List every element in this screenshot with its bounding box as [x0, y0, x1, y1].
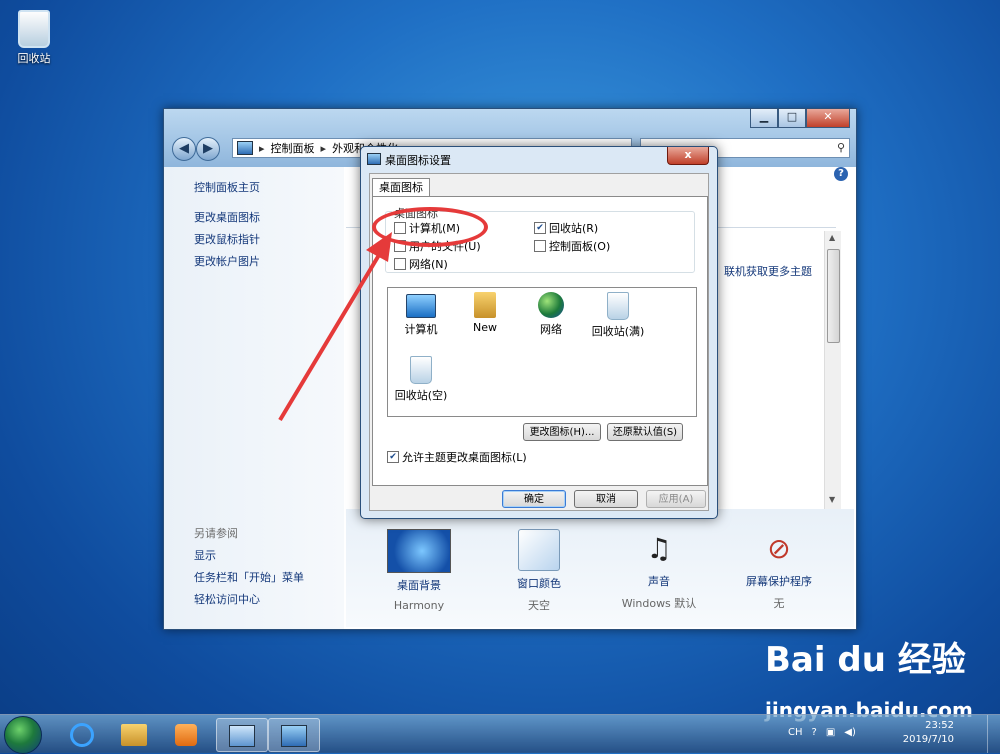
sidebar-change-mouse-pointers[interactable]: 更改鼠标指针: [194, 231, 260, 247]
ie-icon: [70, 723, 94, 747]
dialog-title: 桌面图标设置: [385, 154, 451, 167]
sidebar-change-account-picture[interactable]: 更改帐户图片: [194, 253, 260, 269]
taskbar-ie[interactable]: [56, 718, 108, 752]
dialog-close-button[interactable]: x: [667, 147, 709, 165]
media-player-icon: [175, 724, 197, 746]
taskbar-explorer[interactable]: [108, 718, 160, 752]
checkbox-control-panel-label: 控制面板(O): [549, 240, 611, 253]
sounds-label: 声音: [648, 575, 670, 588]
sidebar-change-desktop-icons[interactable]: 更改桌面图标: [194, 209, 260, 225]
scroll-thumb[interactable]: [827, 249, 840, 343]
change-icon-button[interactable]: 更改图标(H)...: [523, 423, 601, 441]
checkbox-network-label: 网络(N): [409, 258, 448, 271]
scroll-down-arrow[interactable]: ▼: [829, 495, 835, 504]
cancel-button[interactable]: 取消: [574, 490, 638, 508]
screensaver-label: 屏幕保护程序: [746, 575, 812, 588]
bottom-panel: 桌面背景 Harmony 窗口颜色 天空 ♫ 声音 Windows 默认 ⊘ 屏…: [346, 509, 854, 627]
clock-date: 2019/7/10: [902, 734, 954, 745]
checkbox-recycle-bin-label: 回收站(R): [549, 222, 599, 235]
control-panel-icon: [237, 141, 253, 155]
checkbox-recycle-bin-box[interactable]: ✔: [534, 222, 546, 234]
language-indicator[interactable]: CH: [788, 727, 803, 738]
window-color-item[interactable]: 窗口颜色 天空: [494, 529, 584, 613]
tab-desktop-icons[interactable]: 桌面图标: [372, 178, 430, 197]
ok-button[interactable]: 确定: [502, 490, 566, 508]
volume-icon[interactable]: ◀): [844, 727, 856, 738]
taskbar-control-panel[interactable]: [216, 718, 268, 752]
minimize-button[interactable]: ▁: [750, 109, 778, 128]
network-tray-icon[interactable]: ▣: [826, 727, 835, 738]
sound-icon: ♫: [646, 532, 672, 565]
back-button[interactable]: ◀: [172, 137, 196, 161]
window-color-icon: [518, 529, 560, 571]
computer-icon: [406, 294, 436, 318]
sounds-value: Windows 默认: [621, 597, 697, 610]
theme-list-scrollbar[interactable]: ▲ ▼: [824, 231, 841, 509]
sidebar-taskbar-start-menu[interactable]: 任务栏和「开始」菜单: [194, 569, 304, 585]
control-panel-icon: [229, 725, 255, 747]
maximize-button[interactable]: □: [778, 109, 806, 128]
sidebar-control-panel-home[interactable]: 控制面板主页: [194, 179, 260, 195]
sidebar-display[interactable]: 显示: [194, 547, 216, 563]
checkbox-recycle-bin[interactable]: ✔ 回收站(R): [534, 220, 598, 236]
desktop-background-item[interactable]: 桌面背景 Harmony: [374, 529, 464, 612]
baidu-watermark: Bai du 经验 jingyan.baidu.com: [765, 640, 973, 722]
scroll-up-arrow[interactable]: ▲: [829, 233, 835, 242]
search-icon: ⚲: [836, 141, 845, 154]
apply-button[interactable]: 应用(A): [646, 490, 706, 508]
checkbox-control-panel-box[interactable]: [534, 240, 546, 252]
allow-themes-checkbox[interactable]: ✔ 允许主题更改桌面图标(L): [387, 449, 527, 465]
taskbar-media-player[interactable]: [160, 718, 212, 752]
recycle-bin-empty-icon: [410, 356, 432, 384]
allow-themes-checkbox-box[interactable]: ✔: [387, 451, 399, 463]
screensaver-value: 无: [773, 597, 785, 610]
checkbox-control-panel[interactable]: 控制面板(O): [534, 238, 610, 254]
desktop-recycle-bin-label: 回收站: [17, 52, 51, 65]
folder-icon: [121, 724, 147, 746]
see-also-header: 另请参阅: [194, 527, 238, 540]
breadcrumb-control-panel[interactable]: 控制面板: [271, 140, 315, 156]
dialog-icon: [367, 153, 381, 165]
icon-item-recycle-full[interactable]: 回收站(满): [586, 292, 650, 339]
system-tray: CH ? ▣ ◀): [788, 727, 856, 738]
display-icon: [281, 725, 307, 747]
clock-time: 23:52: [925, 720, 954, 731]
caption-buttons: ▁ □ ✕: [750, 109, 850, 128]
help-tray-icon[interactable]: ?: [812, 727, 817, 738]
screensaver-icon: ⊘: [767, 532, 791, 565]
get-more-themes-link[interactable]: 联机获取更多主题: [724, 263, 812, 279]
user-folder-icon: [474, 292, 496, 318]
taskbar-desktop-icon-settings[interactable]: [268, 718, 320, 752]
clock[interactable]: 23:52 2019/7/10: [903, 719, 954, 747]
recycle-bin-icon: [18, 10, 50, 48]
screensaver-item[interactable]: ⊘ 屏幕保护程序 无: [734, 529, 824, 611]
sounds-item[interactable]: ♫ 声音 Windows 默认: [614, 529, 704, 611]
icon-item-user[interactable]: New: [456, 292, 514, 334]
icon-preview-list: 计算机 New 网络 回收站(满) 回收站(空): [387, 287, 697, 417]
icon-item-user-label: New: [473, 321, 497, 334]
window-color-label: 窗口颜色: [517, 577, 561, 590]
desktop-background-label: 桌面背景: [397, 579, 441, 592]
start-button[interactable]: [4, 716, 42, 754]
close-button[interactable]: ✕: [806, 109, 850, 128]
wallpaper-icon: [387, 529, 451, 573]
recycle-bin-full-icon: [607, 292, 629, 320]
forward-button[interactable]: ▶: [196, 137, 220, 161]
desktop-icon-settings-dialog: 桌面图标设置 x 桌面图标 桌面图标 计算机(M) ✔ 回收站(R) 用户的文件…: [360, 146, 718, 519]
show-desktop-button[interactable]: [987, 715, 1000, 753]
taskbar: CH ? ▣ ◀) 23:52 2019/7/10: [0, 714, 1000, 754]
desktop-background-value: Harmony: [393, 599, 445, 612]
desktop-recycle-bin[interactable]: 回收站: [8, 6, 60, 66]
icon-item-recycle-full-label: 回收站(满): [591, 325, 645, 338]
icon-item-network[interactable]: 网络: [522, 292, 580, 337]
help-icon[interactable]: ?: [834, 167, 848, 181]
restore-default-button[interactable]: 还原默认值(S): [607, 423, 683, 441]
highlight-arrow: [278, 232, 392, 422]
icon-item-network-label: 网络: [540, 323, 562, 336]
allow-themes-label: 允许主题更改桌面图标(L): [402, 451, 527, 464]
window-color-value: 天空: [528, 599, 550, 612]
sidebar-ease-of-access[interactable]: 轻松访问中心: [194, 591, 260, 607]
network-icon: [538, 292, 564, 318]
watermark-logo: Bai du 经验: [765, 640, 966, 680]
